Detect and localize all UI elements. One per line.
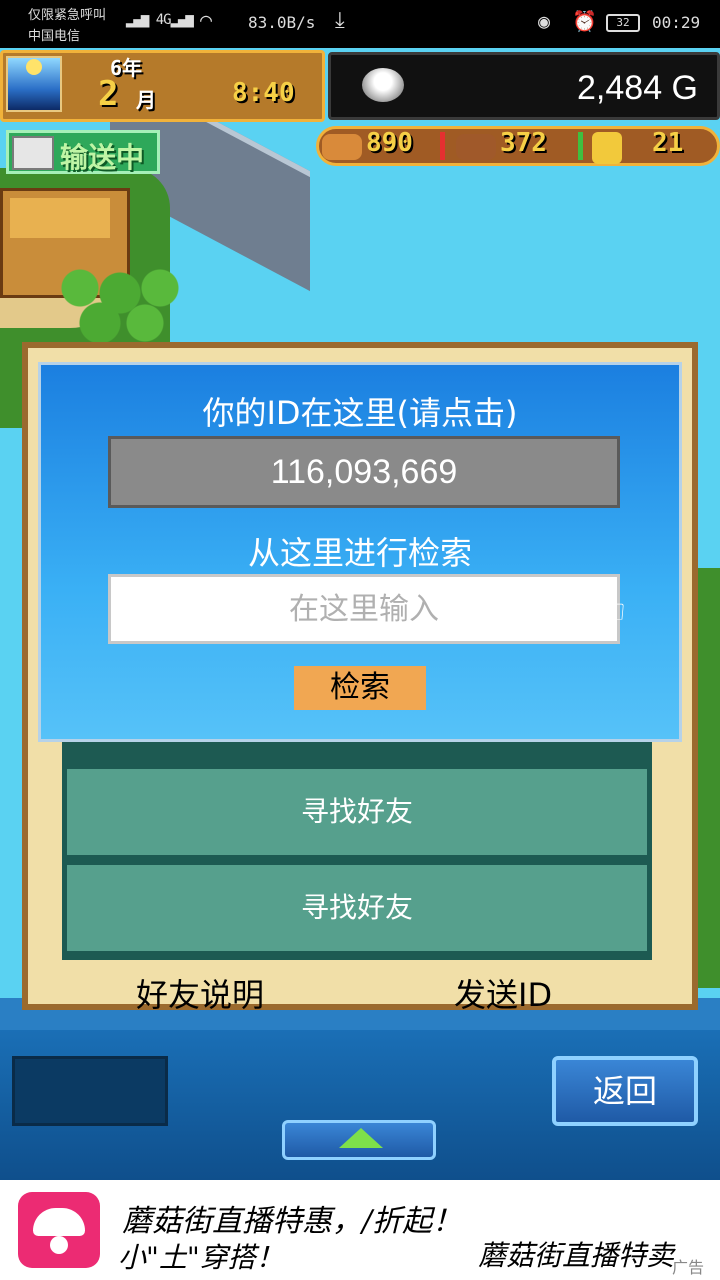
mushroom-stem-icon [50, 1236, 68, 1254]
network-type: 4G [155, 12, 172, 28]
nav-slot[interactable] [12, 1056, 168, 1126]
month-number: 2 [98, 74, 119, 114]
status-time: 00:29 [652, 13, 701, 32]
find-friend-button-2[interactable]: 寻找好友 [64, 862, 650, 954]
ad-subline[interactable]: 小"土"穿搭！ [118, 1236, 284, 1276]
building-roof [10, 198, 110, 238]
search-input[interactable] [108, 574, 620, 644]
screen: 仅限紧急呼叫 中国电信 ▂▄▆ 4G▂▄▆ ◠ 83.0B/s ⤓ ◉ ⏰ 32… [0, 0, 720, 1280]
alarm-icon: ⏰ [572, 9, 597, 33]
player-id-box[interactable]: 116,093,669 [108, 436, 620, 508]
search-button[interactable]: 检索 [294, 666, 426, 710]
wood-icon [456, 134, 496, 160]
up-arrow-icon [339, 1128, 383, 1148]
download-icon: ⤓ [335, 8, 345, 33]
friend-help-link[interactable]: 好友说明 [136, 970, 264, 1016]
wood-count: 372 [500, 128, 547, 158]
trees [60, 268, 190, 348]
ad-brand-line[interactable]: 蘑菇街直播特卖 [478, 1234, 674, 1274]
find-friend-button-1[interactable]: 寻找好友 [64, 766, 650, 858]
food-count: 890 [366, 128, 413, 158]
sun-icon [26, 59, 42, 75]
battery-level: 32 [616, 16, 630, 29]
ad-headline[interactable]: 蘑菇街直播特惠，/折起！ [122, 1196, 462, 1240]
carrier-name: 中国电信 [28, 29, 81, 44]
wood-gauge [578, 132, 583, 160]
search-label: 从这里进行检索 [247, 534, 472, 572]
send-id-link[interactable]: 发送ID [454, 970, 552, 1016]
cargo-icon [12, 136, 54, 170]
medal-count: 21 [652, 128, 684, 158]
transport-status: 输送中 [60, 141, 145, 174]
medal-icon [592, 132, 622, 164]
gold-amount: 2,484 G [577, 69, 698, 107]
ad-tag: 广告 [672, 1258, 705, 1277]
signal-icon: ▂▄▆ 4G▂▄▆ [126, 12, 194, 28]
coin-icon [362, 68, 404, 102]
food-gauge [440, 132, 445, 160]
return-button[interactable]: 返回 [552, 1056, 698, 1126]
month-unit: 月 [136, 88, 156, 112]
carrier-emergency-text: 仅限紧急呼叫 [28, 8, 107, 23]
wifi-icon: ◠ [200, 8, 213, 32]
pointing-hand-icon: ☜ [596, 592, 627, 632]
game-clock: 8:40 [232, 78, 295, 108]
dialog-title: 你的ID在这里(请点击) [202, 394, 518, 432]
status-bar: 仅限紧急呼叫 中国电信 ▂▄▆ 4G▂▄▆ ◠ 83.0B/s ⤓ ◉ ⏰ 32… [0, 0, 720, 48]
food-icon [322, 134, 362, 160]
battery-icon: 32 [606, 14, 640, 32]
eye-comfort-icon: ◉ [538, 9, 551, 33]
net-speed: 83.0B/s [248, 13, 316, 32]
